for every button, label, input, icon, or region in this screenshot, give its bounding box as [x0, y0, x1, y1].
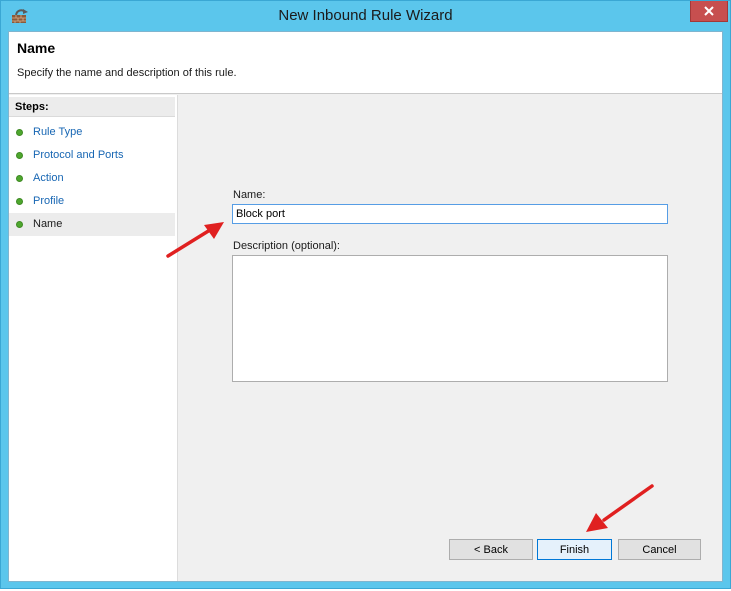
- page-header: Name Specify the name and description of…: [9, 32, 722, 94]
- step-status-dot: [16, 175, 23, 182]
- step-profile[interactable]: Profile: [9, 190, 175, 213]
- steps-pane: Steps: Rule Type Protocol and Ports Acti…: [9, 95, 177, 581]
- wizard-window: New Inbound Rule Wizard Name Specify the…: [0, 0, 731, 589]
- steps-heading: Steps:: [9, 97, 175, 117]
- close-button[interactable]: [690, 1, 728, 22]
- description-label: Description (optional):: [233, 240, 340, 252]
- step-status-dot: [16, 198, 23, 205]
- pane-divider: [177, 95, 178, 581]
- step-status-dot: [16, 221, 23, 228]
- step-action[interactable]: Action: [9, 167, 175, 190]
- step-label: Protocol and Ports: [33, 149, 124, 161]
- step-status-dot: [16, 129, 23, 136]
- name-label: Name:: [233, 189, 266, 201]
- description-input[interactable]: [232, 255, 668, 382]
- step-label: Profile: [33, 195, 65, 207]
- page-description: Specify the name and description of this…: [17, 67, 237, 79]
- step-label: Rule Type: [33, 126, 83, 138]
- step-status-dot: [16, 152, 23, 159]
- title-bar[interactable]: New Inbound Rule Wizard: [1, 1, 730, 31]
- step-name: Name: [9, 213, 175, 236]
- name-input[interactable]: [232, 204, 668, 224]
- page-title: Name: [17, 40, 56, 56]
- back-button[interactable]: < Back: [449, 539, 533, 560]
- finish-button[interactable]: Finish: [537, 539, 612, 560]
- step-label: Action: [33, 172, 64, 184]
- wizard-client-area: Name Specify the name and description of…: [8, 31, 723, 582]
- cancel-button[interactable]: Cancel: [618, 539, 701, 560]
- step-label: Name: [33, 218, 63, 230]
- window-title: New Inbound Rule Wizard: [278, 7, 453, 24]
- step-rule-type[interactable]: Rule Type: [9, 121, 175, 144]
- close-icon: [704, 6, 714, 16]
- step-protocol-and-ports[interactable]: Protocol and Ports: [9, 144, 175, 167]
